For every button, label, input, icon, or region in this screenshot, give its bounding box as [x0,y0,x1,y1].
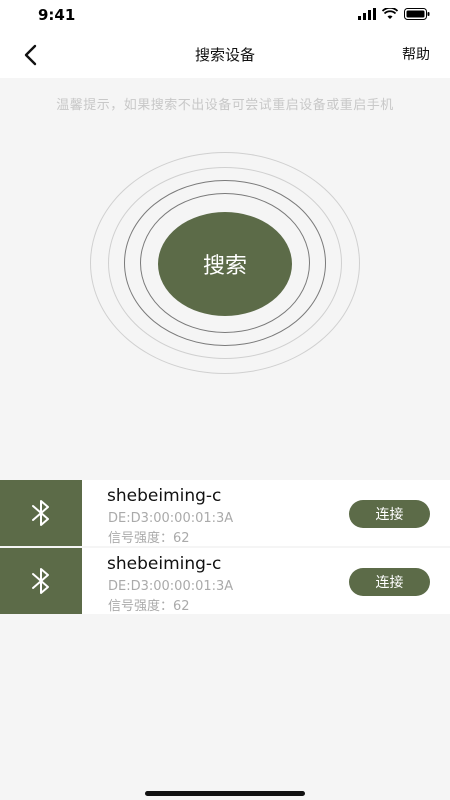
device-name: shebeiming-c [107,486,222,506]
help-link[interactable]: 帮助 [402,44,430,64]
bluetooth-icon [32,568,49,594]
connect-button[interactable]: 连接 [349,568,430,596]
device-signal: 信号强度：62 [108,531,190,546]
wifi-icon [382,8,398,19]
device-list: shebeiming-c DE:D3:00:00:01:3A 信号强度：62 连… [0,480,450,616]
status-time: 9:41 [38,6,76,24]
device-mac: DE:D3:00:00:01:3A [108,579,234,594]
battery-icon [404,8,430,20]
signal-icon [358,8,376,20]
device-signal: 信号强度：62 [108,599,190,614]
device-mac: DE:D3:00:00:01:3A [108,511,234,526]
status-bar: 9:41 [0,0,450,30]
bluetooth-icon-box [0,548,82,614]
device-row: shebeiming-c DE:D3:00:00:01:3A 信号强度：62 连… [0,548,450,614]
tip-text: 温馨提示，如果搜索不出设备可尝试重启设备或重启手机 [56,98,394,113]
bluetooth-icon-box [0,480,82,546]
page-title: 搜索设备 [194,46,255,64]
connect-button[interactable]: 连接 [349,500,430,528]
search-button[interactable]: 搜索 [158,212,292,316]
bluetooth-icon [32,500,49,526]
status-icons [358,8,430,20]
device-row: shebeiming-c DE:D3:00:00:01:3A 信号强度：62 连… [0,480,450,546]
nav-bar: 搜索设备 帮助 [0,30,450,78]
home-indicator [145,791,305,796]
device-name: shebeiming-c [107,554,222,574]
